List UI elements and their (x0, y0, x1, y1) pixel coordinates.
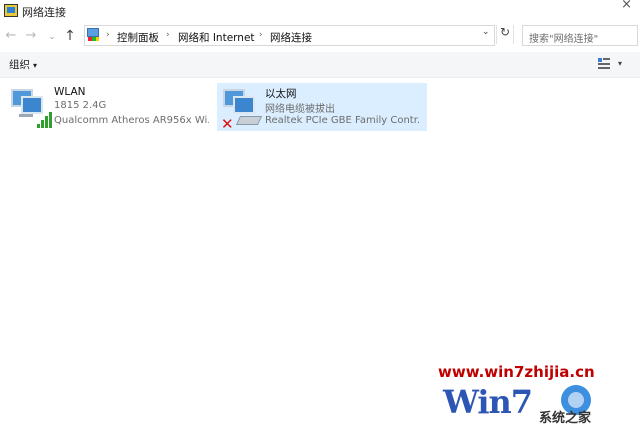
connection-name: WLAN (54, 86, 86, 98)
close-window-button[interactable]: × (621, 0, 632, 12)
connection-name: 以太网 (265, 88, 297, 100)
title-bar: 网络连接 × (0, 0, 640, 22)
view-options-chevron-icon[interactable]: ▾ (618, 59, 622, 68)
breadcrumb-separator[interactable]: › (259, 30, 263, 40)
recent-locations-button[interactable]: ⌄ (44, 29, 60, 45)
organize-menu-button[interactable]: 组织 ▾ (9, 57, 37, 72)
control-panel-icon (87, 28, 100, 42)
connection-device: Realtek PCIe GBE Family Contr... (265, 115, 420, 126)
back-button[interactable]: ← (3, 28, 19, 44)
command-bar: 组织 ▾ ▾ (0, 52, 640, 78)
watermark-logo: Win7 系统之家 (443, 383, 638, 441)
wifi-signal-icon (37, 110, 55, 128)
connection-item-wlan[interactable]: WLAN 1815 2.4G Qualcomm Atheros AR956x W… (0, 83, 212, 131)
up-button[interactable]: ↑ (62, 28, 78, 44)
breadcrumb[interactable]: › 控制面板 › 网络和 Internet › 网络连接 (84, 25, 495, 46)
address-bar: ← → ⌄ ↑ › 控制面板 › 网络和 Internet › 网络连接 ⌄ ↻… (0, 22, 640, 50)
wifi-adapter-icon (7, 88, 52, 128)
connection-status: 网络电缆被拔出 (265, 104, 335, 115)
watermark-url: www.win7zhijia.cn (438, 363, 595, 381)
disconnected-x-icon: ✕ (221, 115, 234, 133)
forward-button[interactable]: → (23, 28, 39, 44)
chevron-down-icon: ▾ (33, 61, 38, 70)
breadcrumb-separator[interactable]: › (106, 30, 110, 40)
organize-label: 组织 (9, 59, 30, 71)
watermark-site-name: 系统之家 (539, 411, 592, 426)
address-dropdown-button[interactable]: ⌄ (482, 27, 490, 37)
watermark-win7-text: Win7 (443, 383, 533, 421)
search-placeholder: 搜索"网络连接" (529, 34, 599, 45)
connection-device: Qualcomm Atheros AR956x Wi... (54, 115, 209, 126)
change-view-icon[interactable] (598, 58, 610, 69)
ethernet-adapter-icon: ✕ (219, 88, 263, 133)
window-title: 网络连接 (22, 6, 66, 19)
ethernet-cable-icon (235, 116, 263, 125)
search-input[interactable]: 搜索"网络连接" (522, 25, 638, 46)
refresh-button[interactable]: ↻ (496, 25, 514, 44)
network-connections-icon (4, 4, 18, 17)
breadcrumb-separator[interactable]: › (166, 30, 170, 40)
connection-item-ethernet[interactable]: ✕ 以太网 网络电缆被拔出 Realtek PCIe GBE Family Co… (217, 83, 427, 133)
breadcrumb-control-panel[interactable]: 控制面板 (117, 30, 159, 45)
breadcrumb-network-internet[interactable]: 网络和 Internet (178, 30, 255, 45)
connection-status: 1815 2.4G (54, 100, 107, 111)
breadcrumb-network-connections[interactable]: 网络连接 (270, 30, 312, 45)
